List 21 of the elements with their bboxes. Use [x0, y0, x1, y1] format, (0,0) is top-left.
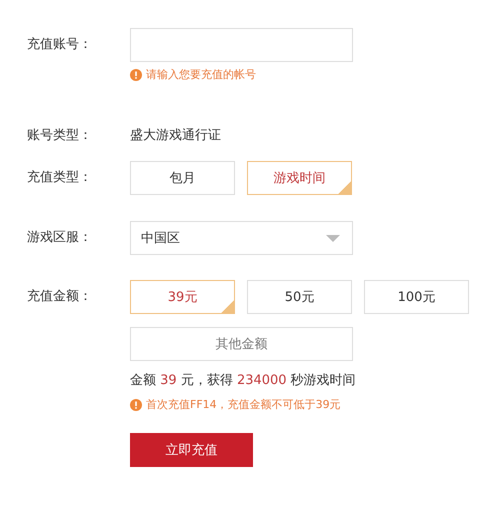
submit-button[interactable]: 立即充值	[130, 433, 253, 467]
field-label: 游戏区服：	[27, 229, 93, 247]
account-type-value: 盛大游戏通行证	[130, 127, 221, 145]
option-button[interactable]: 包月	[130, 161, 235, 195]
amount-button[interactable]: 100元	[364, 280, 469, 314]
server-dropdown[interactable]: 中国区	[130, 221, 353, 255]
warning-icon	[130, 398, 142, 410]
field-label: 充值类型：	[27, 169, 93, 187]
hint-text: 请输入您要充值的帐号	[146, 67, 256, 82]
field-label: 充值金额：	[27, 288, 93, 306]
amount-button[interactable]: 50元	[247, 280, 352, 314]
other-amount-button[interactable]: 其他金额	[130, 327, 353, 361]
summary-text: 金额 39 元，获得 234000 秒游戏时间	[130, 372, 357, 389]
field-label: 账号类型：	[27, 127, 93, 145]
caret-icon	[326, 234, 340, 242]
amount-button[interactable]: 39元	[130, 280, 235, 314]
warning-icon	[130, 68, 142, 80]
field-label: 充值账号：	[27, 36, 93, 54]
warning-text: 首次充值FF14，充值金额不可低于39元	[146, 397, 341, 412]
input-field[interactable]	[130, 28, 353, 62]
option-button[interactable]: 游戏时间	[247, 161, 352, 195]
